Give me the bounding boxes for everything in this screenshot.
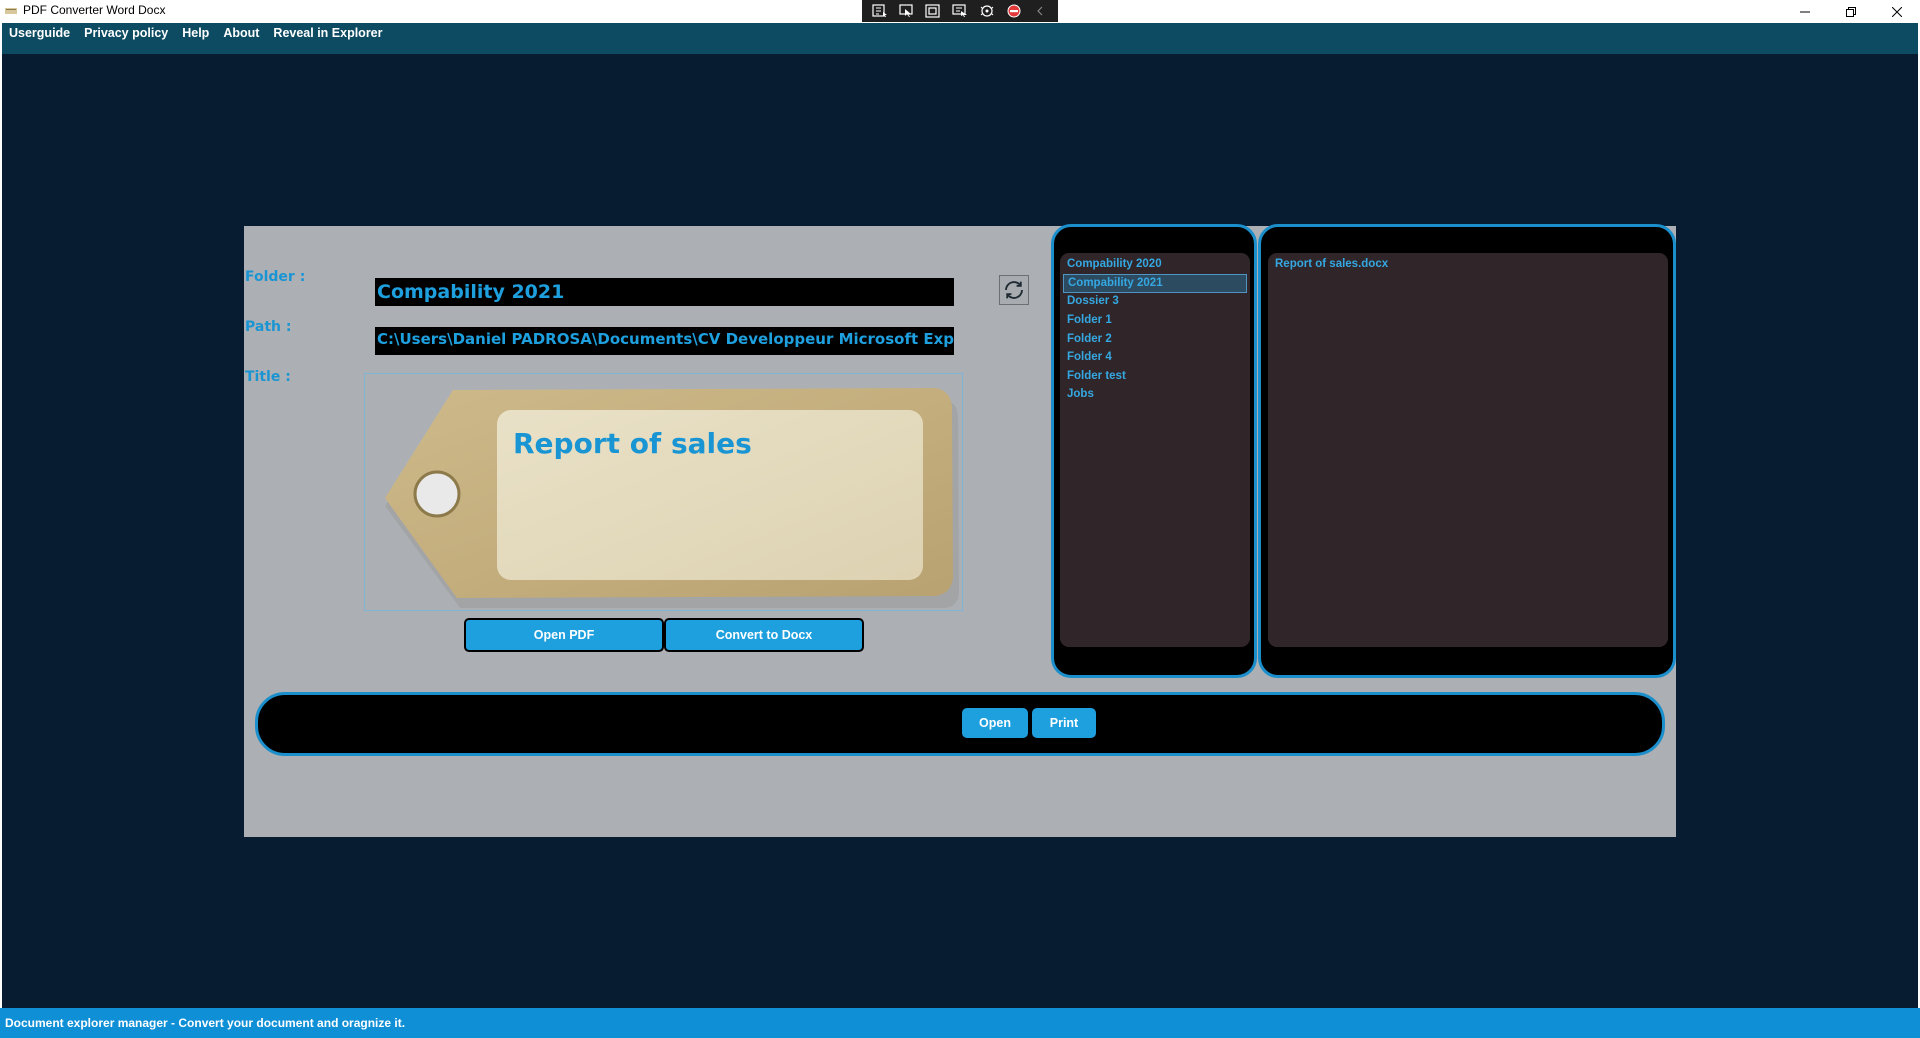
menu-reveal-in-explorer[interactable]: Reveal in Explorer — [266, 24, 389, 42]
collapse-icon[interactable] — [1031, 3, 1049, 19]
open-button[interactable]: Open — [962, 708, 1028, 738]
refresh-button[interactable] — [999, 275, 1029, 305]
convert-to-docx-button[interactable]: Convert to Docx — [664, 618, 864, 652]
title-bar: PDF Converter Word Docx — [0, 0, 1920, 23]
status-bar: Document explorer manager - Convert your… — [0, 1008, 1920, 1038]
stop-icon[interactable] — [1005, 3, 1023, 19]
folder-item[interactable]: Folder test — [1067, 370, 1126, 382]
title-text[interactable]: Report of sales — [513, 427, 752, 460]
path-field[interactable]: C:\Users\Daniel PADROSA\Documents\CV Dev… — [375, 327, 954, 355]
folder-item[interactable]: Jobs — [1067, 388, 1094, 400]
window-title: PDF Converter Word Docx — [23, 3, 166, 17]
file-item[interactable]: Report of sales.docx — [1275, 258, 1388, 270]
select-element-icon[interactable] — [898, 3, 916, 19]
open-pdf-button[interactable]: Open PDF — [464, 618, 664, 652]
restore-icon[interactable] — [1828, 0, 1874, 23]
folder-item[interactable]: Folder 1 — [1067, 314, 1112, 326]
folder-item[interactable]: Folder 2 — [1067, 333, 1112, 345]
status-text: Document explorer manager - Convert your… — [5, 1016, 406, 1030]
track-focus-icon[interactable] — [951, 3, 969, 19]
folder-item[interactable]: Compability 2020 — [1067, 258, 1162, 270]
menu-userguide[interactable]: Userguide — [2, 24, 77, 42]
folder-list[interactable] — [1060, 253, 1250, 647]
menu-help[interactable]: Help — [175, 24, 216, 42]
folder-item[interactable]: Folder 4 — [1067, 351, 1112, 363]
path-label: Path : — [245, 319, 292, 335]
folder-field[interactable]: Compability 2021 — [375, 278, 954, 306]
live-visual-tree-icon[interactable] — [871, 3, 889, 19]
minimize-icon[interactable] — [1782, 0, 1828, 23]
menu-about[interactable]: About — [216, 24, 266, 42]
window-controls — [1782, 0, 1920, 23]
hot-reload-icon[interactable] — [978, 3, 996, 19]
refresh-icon — [1005, 281, 1023, 299]
folder-item[interactable]: Dossier 3 — [1067, 295, 1119, 307]
paper-tag-image — [385, 388, 959, 608]
folder-label: Folder : — [245, 269, 306, 285]
title-image-frame — [364, 373, 963, 611]
action-bar — [255, 692, 1665, 756]
menu-bar: Userguide Privacy policy Help About Reve… — [2, 23, 1918, 54]
menu-privacy-policy[interactable]: Privacy policy — [77, 24, 175, 42]
debug-toolbar — [862, 0, 1058, 22]
file-list[interactable] — [1268, 253, 1668, 647]
app-icon — [5, 8, 17, 14]
close-icon[interactable] — [1874, 0, 1920, 23]
display-adorners-icon[interactable] — [924, 3, 942, 19]
folder-item-selected[interactable]: Compability 2021 — [1063, 274, 1247, 293]
title-label: Title : — [245, 369, 291, 385]
print-button[interactable]: Print — [1032, 708, 1096, 738]
